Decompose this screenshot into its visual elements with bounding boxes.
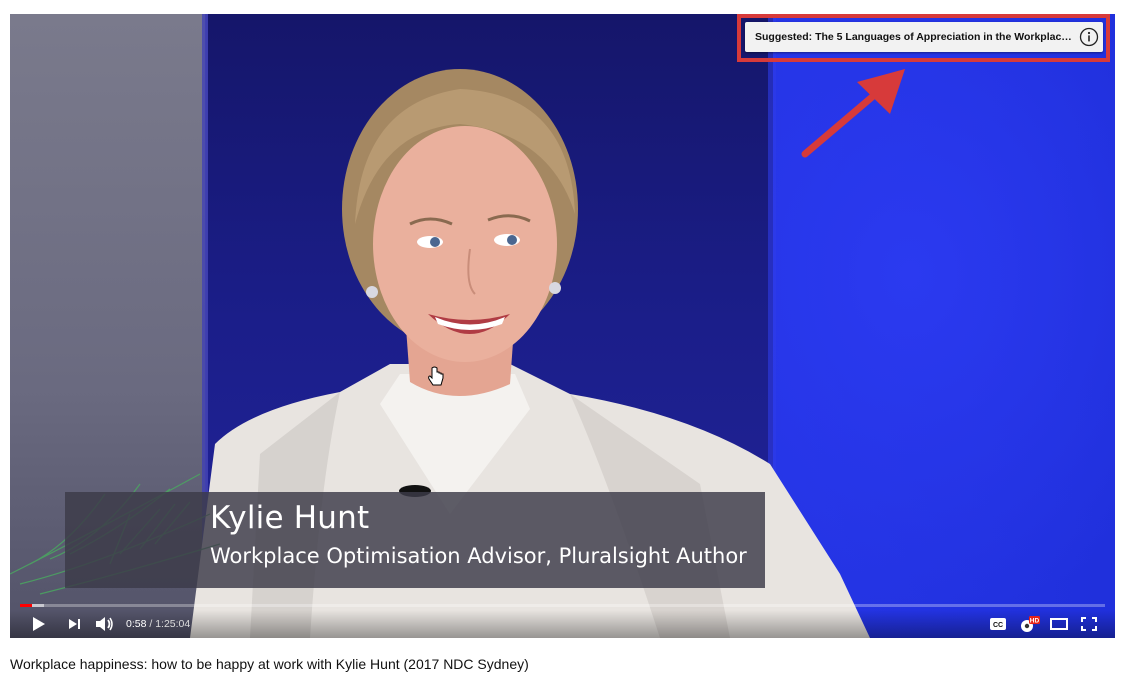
volume-button[interactable]: [94, 614, 116, 634]
time-separator: /: [149, 618, 153, 630]
play-icon[interactable]: [32, 616, 46, 632]
next-button[interactable]: [66, 614, 84, 634]
video-player[interactable]: Kylie Hunt Workplace Optimisation Adviso…: [10, 14, 1115, 638]
suggested-video-card[interactable]: Suggested: The 5 Languages of Appreciati…: [745, 22, 1103, 52]
annotation-arrow: [801, 69, 905, 158]
captions-button[interactable]: CC: [988, 614, 1008, 634]
duration: 1:25:04: [155, 618, 191, 630]
settings-hd-icon[interactable]: HD: [1018, 615, 1040, 633]
fullscreen-button[interactable]: [1078, 614, 1100, 634]
player-controls: 0:58 / 1:25:04 CC HD: [10, 610, 1115, 638]
fullscreen-icon[interactable]: [1081, 617, 1097, 631]
current-time: 0:58: [126, 618, 147, 630]
suggested-video-text[interactable]: Suggested: The 5 Languages of Appreciati…: [745, 31, 1075, 43]
hd-badge: HD: [1030, 618, 1040, 625]
captions-badge: CC: [993, 622, 1003, 629]
settings-button[interactable]: HD: [1018, 614, 1040, 634]
volume-icon[interactable]: [95, 616, 115, 632]
captions-icon[interactable]: CC: [990, 618, 1006, 630]
progress-played: [20, 604, 32, 607]
theater-mode-icon[interactable]: [1050, 618, 1068, 630]
info-icon[interactable]: [1079, 27, 1099, 47]
progress-bar[interactable]: [20, 604, 1105, 607]
hand-cursor-icon: [428, 366, 444, 386]
speaker-name: Kylie Hunt: [210, 500, 370, 536]
video-frame: Kylie Hunt Workplace Optimisation Adviso…: [10, 14, 1115, 638]
play-button[interactable]: [30, 614, 48, 634]
video-title: Workplace happiness: how to be happy at …: [10, 656, 529, 672]
speaker-title: Workplace Optimisation Advisor, Pluralsi…: [210, 544, 747, 568]
time-display: 0:58 / 1:25:04: [126, 618, 190, 630]
theater-mode-button[interactable]: [1048, 614, 1070, 634]
next-icon[interactable]: [68, 617, 82, 631]
lower-third: Kylie Hunt Workplace Optimisation Adviso…: [65, 492, 765, 588]
